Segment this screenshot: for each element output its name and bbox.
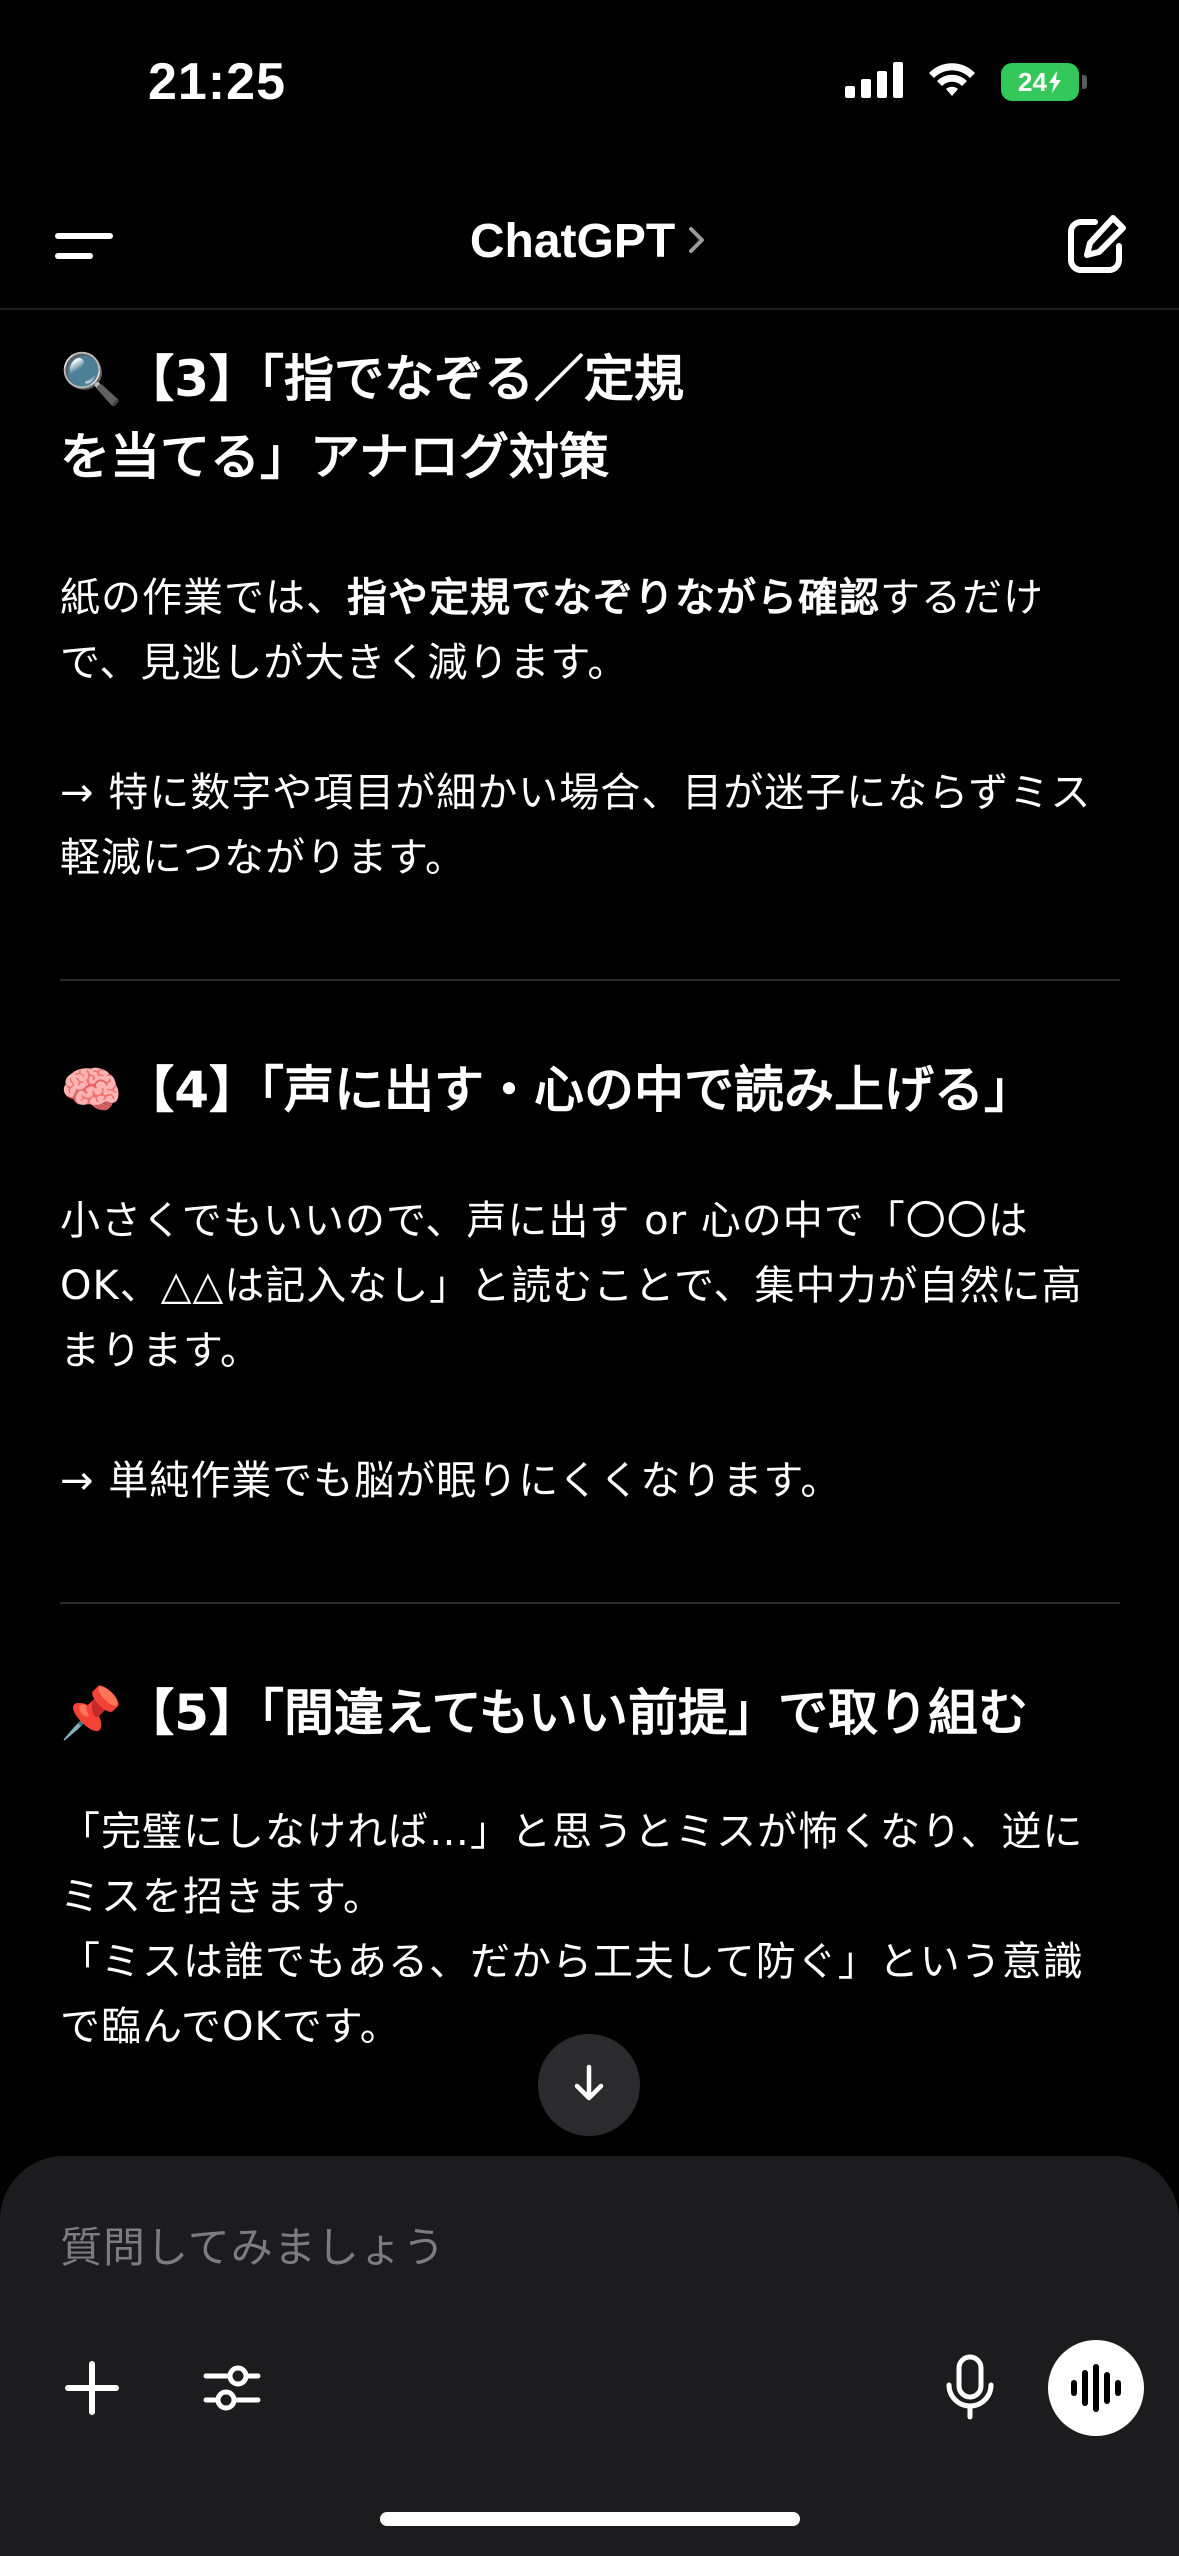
composer: 質問してみましょう xyxy=(0,2156,1179,2556)
section-heading: 🔍【3】「指でなぞる／定規 を当てる」アナログ対策 xyxy=(60,340,1120,496)
scroll-to-bottom-button[interactable] xyxy=(538,2034,640,2136)
home-indicator[interactable] xyxy=(380,2512,800,2526)
section-heading: 📌【5】「間違えてもいい前提」で取り組む xyxy=(60,1674,1120,1752)
battery-charging-icon: 24 xyxy=(1001,63,1087,101)
arrow-down-icon xyxy=(567,2061,611,2109)
message-input[interactable]: 質問してみましょう xyxy=(60,2214,446,2275)
status-icons: 24 xyxy=(845,62,1087,102)
magnifier-emoji-icon: 🔍 xyxy=(60,350,123,408)
voice-mode-icon[interactable] xyxy=(1048,2340,1144,2436)
paragraph: 「完璧にしなければ…」と思うとミスが怖くなり、逆にミスを招きます。 xyxy=(60,1809,1084,1920)
header-title: ChatGPT xyxy=(469,215,676,268)
divider xyxy=(60,1602,1120,1604)
paragraph: → 単純作業でも脳が眠りにくくなります。 xyxy=(60,1458,842,1504)
section-4: 🧠【4】「声に出す・心の中で読み上げる」 小さくでもいいので、声に出す or 心… xyxy=(60,1051,1120,1514)
plus-icon[interactable] xyxy=(60,2356,124,2420)
tools-sliders-icon[interactable] xyxy=(200,2356,264,2420)
section-3: 🔍【3】「指でなぞる／定規 を当てる」アナログ対策 紙の作業では、指や定規でなぞ… xyxy=(60,340,1120,891)
paragraph: 小さくでもいいので、声に出す or 心の中で「〇〇はOK、△△は記入なし」と読む… xyxy=(60,1198,1083,1374)
assistant-message: 🔍【3】「指でなぞる／定規 を当てる」アナログ対策 紙の作業では、指や定規でなぞ… xyxy=(60,340,1120,2060)
new-chat-icon[interactable] xyxy=(1061,210,1131,280)
chat-header: ChatGPT xyxy=(0,180,1179,310)
pushpin-emoji-icon: 📌 xyxy=(60,1684,123,1742)
battery-level: 24 xyxy=(1018,66,1047,97)
status-bar: 21:25 24 xyxy=(0,0,1179,180)
cellular-signal-icon xyxy=(845,62,903,102)
model-selector[interactable]: ChatGPT xyxy=(0,214,1179,269)
microphone-icon[interactable] xyxy=(938,2352,1002,2424)
wifi-icon xyxy=(927,62,977,102)
brain-emoji-icon: 🧠 xyxy=(60,1061,123,1119)
section-5: 📌【5】「間違えてもいい前提」で取り組む 「完璧にしなければ…」と思うとミスが怖… xyxy=(60,1674,1120,2060)
status-time: 21:25 xyxy=(148,53,286,111)
divider xyxy=(60,979,1120,981)
paragraph: 紙の作業では、指や定規でなぞりながら確認するだけで、見逃しが大きく減ります。 xyxy=(60,575,1044,686)
section-heading: 🧠【4】「声に出す・心の中で読み上げる」 xyxy=(60,1051,1120,1129)
chevron-right-icon xyxy=(685,223,709,261)
paragraph: → 特に数字や項目が細かい場合、目が迷子にならずミス軽減につながります。 xyxy=(60,770,1092,881)
